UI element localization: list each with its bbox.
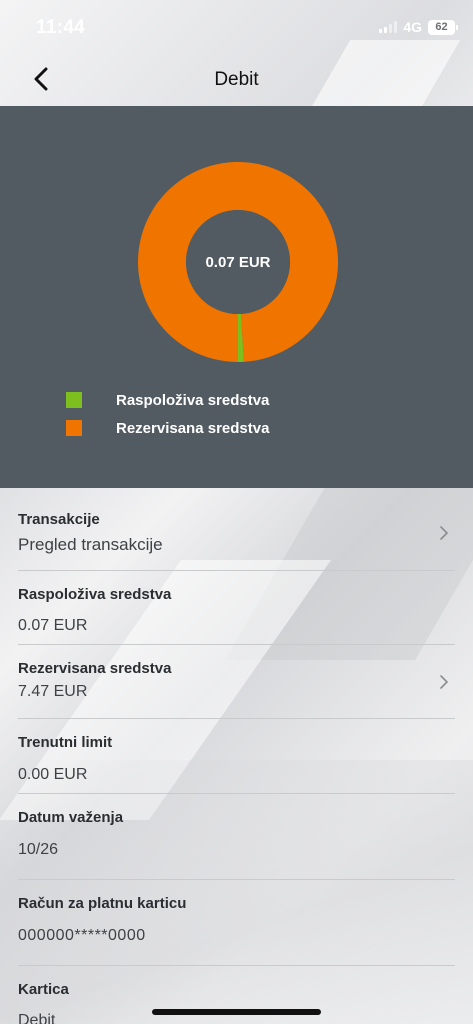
row-value: 000000*****0000	[18, 927, 146, 944]
row-label: Rezervisana sredstva	[18, 660, 172, 677]
legend-label-available: Raspoloživa sredstva	[116, 391, 270, 409]
row-current-limit: Trenutni limit 0.00 EUR	[18, 719, 455, 794]
home-indicator[interactable]	[152, 1009, 321, 1015]
row-value: Pregled transakcije	[18, 535, 163, 554]
legend-swatch-available	[66, 392, 82, 408]
row-transactions[interactable]: Transakcije Pregled transakcije	[18, 488, 455, 571]
row-available-funds: Raspoloživa sredstva 0.07 EUR	[18, 571, 455, 645]
chart-legend: Raspoloživa sredstva Rezervisana sredstv…	[66, 386, 269, 442]
row-value: 7.47 EUR	[18, 683, 88, 700]
battery-icon: 62	[428, 19, 458, 35]
legend-item-available: Raspoloživa sredstva	[66, 386, 269, 414]
row-label: Datum važenja	[18, 809, 124, 826]
account-details-list: Transakcije Pregled transakcije Raspolož…	[0, 488, 473, 1024]
chevron-right-icon	[440, 526, 449, 540]
signal-icon	[379, 21, 398, 33]
row-card-type: Kartica Debit	[18, 966, 455, 1024]
network-type: 4G	[403, 19, 422, 35]
row-value: Debit	[18, 1012, 56, 1024]
row-label: Raspoloživa sredstva	[18, 586, 172, 603]
nav-bar: Debit	[0, 56, 473, 106]
chevron-right-icon	[440, 675, 449, 689]
legend-item-reserved: Rezervisana sredstva	[66, 414, 269, 442]
legend-swatch-reserved	[66, 420, 82, 436]
screen: 11:44 4G 62 Debit 0.07 EUR Raspoloživa s…	[0, 0, 473, 1024]
row-reserved-funds[interactable]: Rezervisana sredstva 7.47 EUR	[18, 645, 455, 719]
row-label: Kartica	[18, 981, 69, 998]
legend-label-reserved: Rezervisana sredstva	[116, 419, 270, 437]
row-value: 10/26	[18, 841, 59, 858]
chart-center-value: 0.07 EUR	[205, 253, 271, 271]
status-time: 11:44	[36, 17, 86, 38]
balance-chart-panel: 0.07 EUR Raspoloživa sredstva Rezervisan…	[0, 106, 473, 488]
status-bar: 11:44 4G 62	[0, 0, 473, 56]
page-title: Debit	[214, 69, 259, 90]
row-value: 0.07 EUR	[18, 617, 88, 634]
row-label: Trenutni limit	[18, 734, 113, 751]
row-card-account: Račun za platnu karticu 000000*****0000	[18, 880, 455, 966]
row-expiry-date: Datum važenja 10/26	[18, 794, 455, 880]
status-indicators: 4G 62	[379, 19, 458, 35]
row-label: Transakcije	[18, 511, 100, 528]
row-value: 0.00 EUR	[18, 766, 88, 783]
row-label: Račun za platnu karticu	[18, 895, 187, 912]
